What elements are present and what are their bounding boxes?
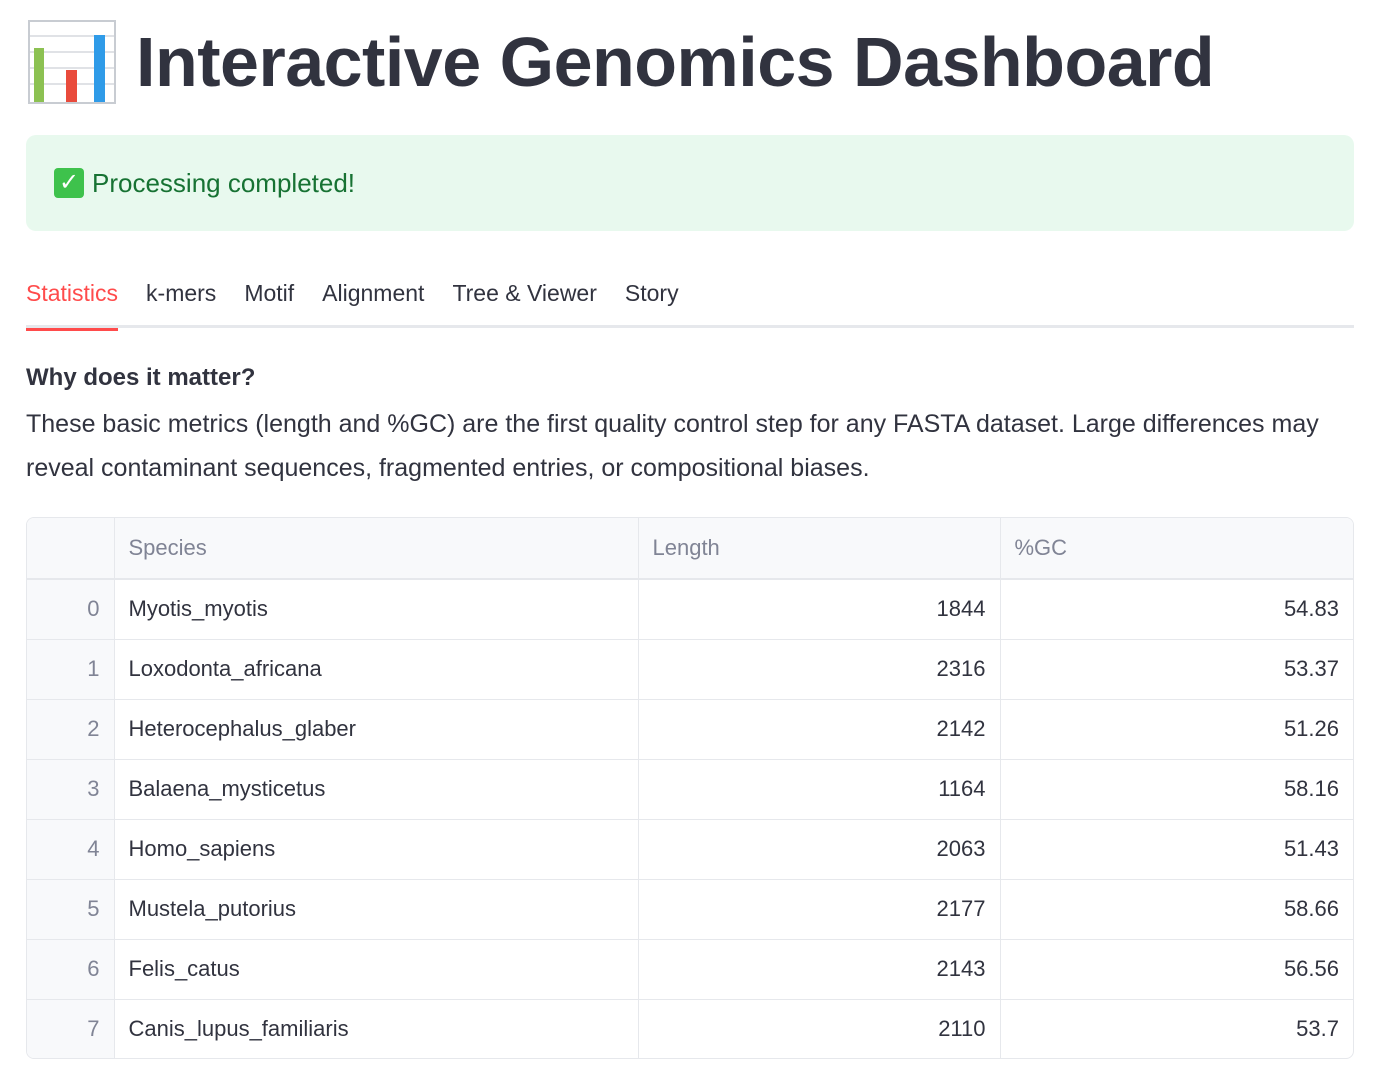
row-index[interactable]: 1 (27, 639, 115, 700)
gc-cell[interactable]: 51.43 (1000, 819, 1353, 880)
species-cell[interactable]: Felis_catus (114, 939, 639, 1000)
tab-alignment[interactable]: Alignment (322, 270, 424, 328)
species-cell[interactable]: Heterocephalus_glaber (114, 699, 639, 760)
length-cell[interactable]: 2316 (638, 639, 1001, 700)
species-cell[interactable]: Loxodonta_africana (114, 639, 639, 700)
page-title: Interactive Genomics Dashboard (136, 23, 1215, 101)
section-heading: Why does it matter? (26, 364, 256, 391)
gc-cell[interactable]: 53.37 (1000, 639, 1353, 700)
species-cell[interactable]: Balaena_mysticetus (114, 759, 639, 820)
bar-chart-icon (28, 20, 116, 104)
row-index[interactable]: 7 (27, 999, 115, 1058)
tab-motif[interactable]: Motif (244, 270, 294, 328)
column-header-gc[interactable]: %GC (1000, 518, 1353, 580)
tab-story[interactable]: Story (625, 270, 679, 328)
species-cell[interactable]: Myotis_myotis (114, 579, 639, 640)
length-cell[interactable]: 2143 (638, 939, 1001, 1000)
table-row: 7 Canis_lupus_familiaris 2110 53.7 (27, 999, 1353, 1058)
row-index[interactable]: 0 (27, 579, 115, 640)
length-cell[interactable]: 1164 (638, 759, 1001, 820)
table-row: 4 Homo_sapiens 2063 51.43 (27, 819, 1353, 880)
length-cell[interactable]: 2063 (638, 819, 1001, 880)
gc-cell[interactable]: 56.56 (1000, 939, 1353, 1000)
table-header-row: Species Length %GC (27, 518, 1353, 580)
row-index[interactable]: 5 (27, 879, 115, 940)
tab-tree-viewer[interactable]: Tree & Viewer (452, 270, 596, 328)
length-cell[interactable]: 1844 (638, 579, 1001, 640)
table-row: 2 Heterocephalus_glaber 2142 51.26 (27, 699, 1353, 760)
species-cell[interactable]: Homo_sapiens (114, 819, 639, 880)
table-row: 0 Myotis_myotis 1844 54.83 (27, 579, 1353, 640)
tab-statistics[interactable]: Statistics (26, 270, 119, 331)
statistics-table[interactable]: Species Length %GC 0 Myotis_myotis 1844 54.… (26, 517, 1354, 1059)
row-index[interactable]: 4 (27, 819, 115, 880)
table-row: 6 Felis_catus 2143 56.56 (27, 939, 1353, 1000)
success-alert: ✓ Processing completed! (26, 135, 1354, 231)
gc-cell[interactable]: 53.7 (1000, 999, 1353, 1058)
length-cell[interactable]: 2110 (638, 999, 1001, 1058)
length-cell[interactable]: 2142 (638, 699, 1001, 760)
gc-cell[interactable]: 51.26 (1000, 699, 1353, 760)
page-header: Interactive Genomics Dashboard (28, 16, 1215, 108)
gc-cell[interactable]: 54.83 (1000, 579, 1353, 640)
row-index[interactable]: 2 (27, 699, 115, 760)
column-header-index[interactable] (27, 518, 115, 580)
row-index[interactable]: 3 (27, 759, 115, 820)
species-cell[interactable]: Canis_lupus_familiaris (114, 999, 639, 1058)
gc-cell[interactable]: 58.16 (1000, 759, 1353, 820)
species-cell[interactable]: Mustela_putorius (114, 879, 639, 940)
page: Interactive Genomics Dashboard ✓ Process… (0, 0, 1393, 1078)
tab-kmers[interactable]: k-mers (146, 270, 216, 328)
table-row: 3 Balaena_mysticetus 1164 58.16 (27, 759, 1353, 820)
column-header-species[interactable]: Species (114, 518, 639, 580)
row-index[interactable]: 6 (27, 939, 115, 1000)
tab-bar: Statistics k-mers Motif Alignment Tree &… (26, 270, 1354, 331)
table-row: 1 Loxodonta_africana 2316 53.37 (27, 639, 1353, 700)
table-row: 5 Mustela_putorius 2177 58.66 (27, 879, 1353, 940)
check-icon: ✓ (54, 168, 84, 198)
gc-cell[interactable]: 58.66 (1000, 879, 1353, 940)
length-cell[interactable]: 2177 (638, 879, 1001, 940)
alert-text: Processing completed! (92, 167, 356, 198)
column-header-length[interactable]: Length (638, 518, 1001, 580)
section-description: These basic metrics (length and %GC) are… (26, 410, 1319, 482)
